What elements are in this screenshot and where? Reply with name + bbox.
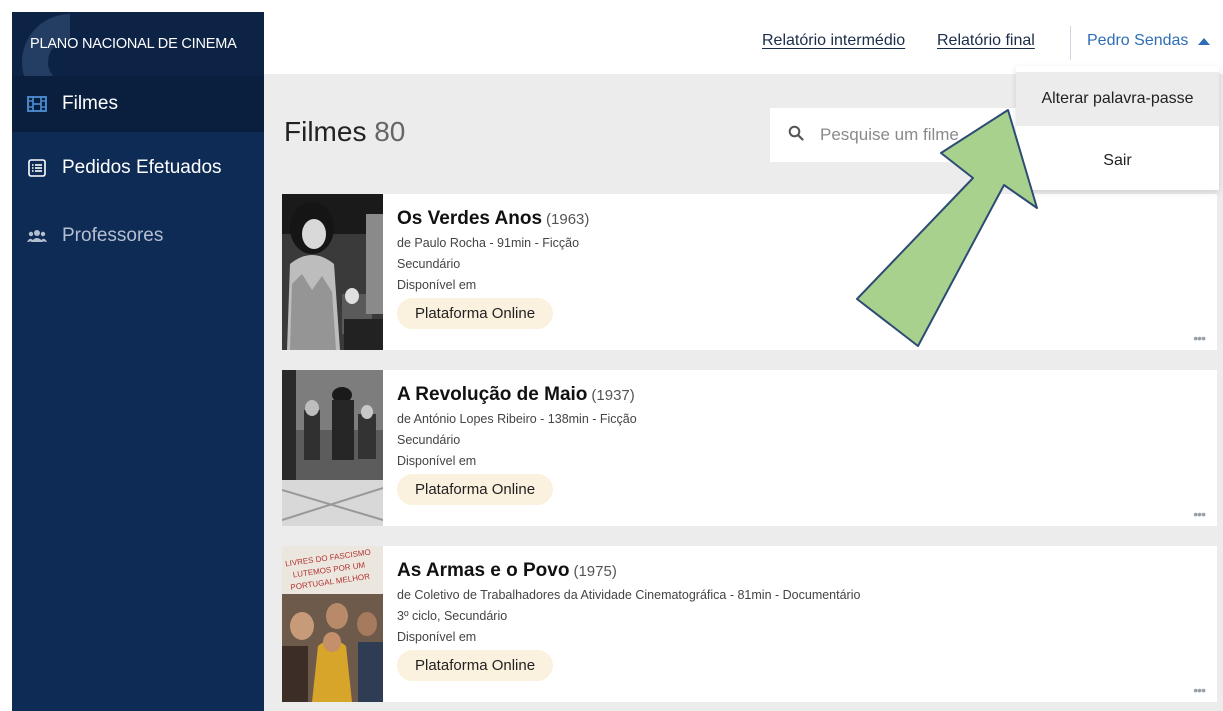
film-meta: de Paulo Rocha - 91min - Ficção: [397, 236, 580, 250]
link-relatorio-final[interactable]: Relatório final: [937, 32, 1035, 50]
available-label: Disponível em: [397, 454, 477, 468]
film-card[interactable]: LIVRES DO FASCISMO LUTEMOS POR UM PORTUG…: [282, 546, 1217, 702]
film-details: A Revolução de Maio (1937) de António Lop…: [397, 384, 637, 505]
caret-up-icon: [1198, 37, 1211, 45]
link-relatorio-intermedio[interactable]: Relatório intermédio: [762, 32, 905, 50]
search-input[interactable]: [820, 125, 1020, 145]
platform-badge[interactable]: Plataforma Online: [397, 650, 554, 681]
search-box[interactable]: [770, 108, 1040, 162]
film-poster[interactable]: [282, 370, 383, 526]
film-card[interactable]: A Revolução de Maio (1937) de António Lop…: [282, 370, 1217, 526]
sidebar-item-professores[interactable]: Professores: [12, 208, 264, 264]
film-title[interactable]: A Revolução de Maio (1937): [397, 384, 637, 406]
available-label: Disponível em: [397, 278, 477, 292]
film-poster[interactable]: [282, 194, 383, 350]
more-options-icon[interactable]: •••: [1193, 506, 1206, 522]
film-count: 80: [374, 116, 406, 147]
film-level: Secundário: [397, 257, 461, 271]
sidebar-item-pedidos[interactable]: Pedidos Efetuados: [12, 140, 264, 196]
film-icon: [26, 95, 48, 113]
film-details: As Armas e o Povo (1975) de Coletivo de T…: [397, 560, 860, 681]
film-details: Os Verdes Anos (1963) de Paulo Rocha - 91…: [397, 208, 589, 329]
topbar-divider: [1070, 26, 1071, 60]
film-year: (1937): [591, 387, 635, 404]
page-title: Filmes 80: [284, 116, 405, 148]
film-title-text: A Revolução de Maio: [397, 384, 588, 405]
more-options-icon[interactable]: •••: [1193, 330, 1206, 346]
film-title[interactable]: Os Verdes Anos (1963): [397, 208, 589, 230]
users-icon: [26, 227, 48, 245]
film-year: (1975): [573, 563, 617, 580]
menu-item-change-password[interactable]: Alterar palavra-passe: [1016, 72, 1219, 126]
film-year: (1963): [546, 211, 590, 228]
film-meta: de António Lopes Ribeiro - 138min - Ficç…: [397, 412, 637, 426]
page-title-text: Filmes: [284, 116, 367, 147]
sidebar: PLANO NACIONAL DE CINEMA Filmes Pedidos …: [12, 12, 264, 711]
sidebar-item-label: Pedidos Efetuados: [62, 157, 222, 178]
top-bar: Relatório intermédio Relatório final Ped…: [264, 12, 1223, 74]
platform-badge[interactable]: Plataforma Online: [397, 474, 554, 505]
more-options-icon[interactable]: •••: [1193, 682, 1206, 698]
list-icon: [26, 159, 48, 177]
user-dropdown-menu: Alterar palavra-passe Sair: [1016, 66, 1219, 190]
film-level: Secundário: [397, 433, 461, 447]
film-poster[interactable]: LIVRES DO FASCISMO LUTEMOS POR UM PORTUG…: [282, 546, 383, 702]
film-title-text: Os Verdes Anos: [397, 208, 543, 229]
available-label: Disponível em: [397, 630, 477, 644]
menu-item-logout[interactable]: Sair: [1016, 134, 1219, 188]
logo-text: PLANO NACIONAL DE CINEMA: [30, 36, 237, 52]
sidebar-item-label: Professores: [62, 225, 164, 246]
film-card[interactable]: Os Verdes Anos (1963) de Paulo Rocha - 91…: [282, 194, 1217, 350]
film-title[interactable]: As Armas e o Povo (1975): [397, 560, 860, 582]
platform-badge[interactable]: Plataforma Online: [397, 298, 554, 329]
film-meta: de Coletivo de Trabalhadores da Atividad…: [397, 588, 861, 602]
film-title-text: As Armas e o Povo: [397, 560, 570, 581]
film-level: 3º ciclo, Secundário: [397, 609, 508, 623]
brand-logo[interactable]: PLANO NACIONAL DE CINEMA: [12, 12, 264, 76]
sidebar-item-filmes[interactable]: Filmes: [12, 76, 264, 132]
search-icon: [788, 125, 804, 146]
user-menu-button[interactable]: Pedro Sendas: [1087, 32, 1211, 50]
user-name: Pedro Sendas: [1087, 32, 1189, 49]
sidebar-item-label: Filmes: [62, 93, 118, 114]
